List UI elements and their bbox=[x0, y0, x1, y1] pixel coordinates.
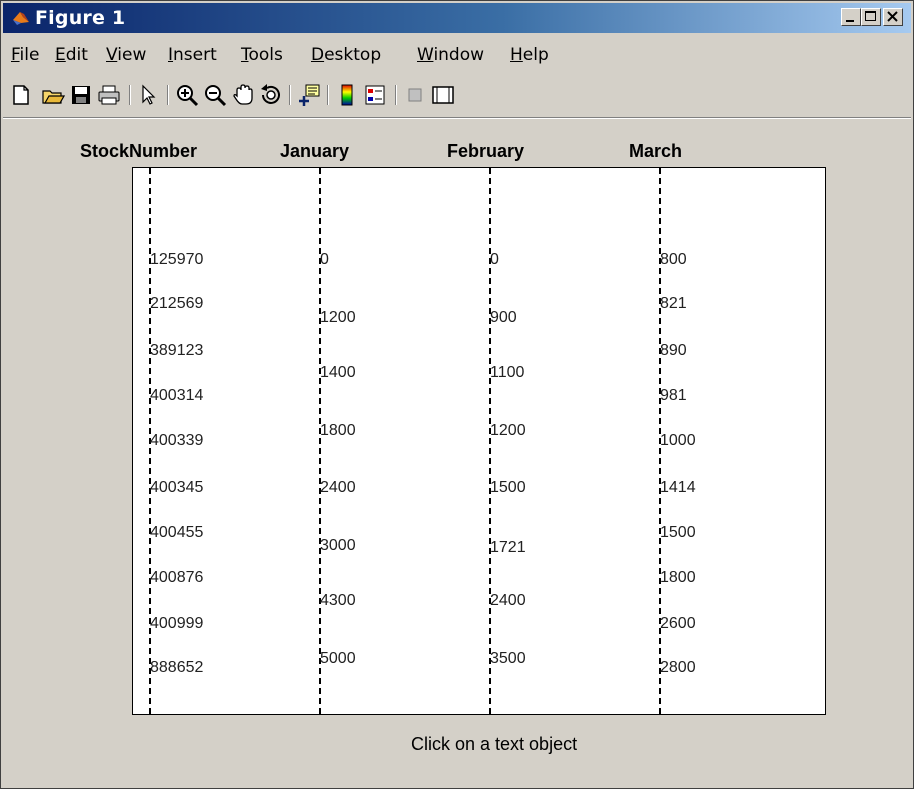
menu-help[interactable]: Help bbox=[510, 45, 549, 65]
menu-edit[interactable]: Edit bbox=[55, 45, 88, 65]
rotate-3d-icon[interactable] bbox=[259, 83, 283, 107]
insert-legend-icon[interactable] bbox=[363, 83, 387, 107]
close-button[interactable] bbox=[883, 8, 903, 26]
march-cell[interactable]: 1000 bbox=[660, 432, 696, 450]
maximize-icon bbox=[865, 11, 876, 21]
column-header-january[interactable]: January bbox=[280, 141, 349, 162]
matlab-logo-icon bbox=[13, 12, 29, 25]
zoom-out-icon[interactable] bbox=[203, 83, 227, 107]
column-header-stocknumber[interactable]: StockNumber bbox=[80, 141, 197, 162]
maximize-button[interactable] bbox=[861, 8, 881, 26]
insert-colorbar-icon[interactable] bbox=[335, 83, 359, 107]
toolbar-separator bbox=[167, 85, 169, 105]
stocknumber-cell[interactable]: 888652 bbox=[150, 659, 203, 677]
menu-insert[interactable]: Insert bbox=[168, 45, 217, 65]
stocknumber-cell[interactable]: 400876 bbox=[150, 569, 203, 587]
new-figure-icon[interactable] bbox=[9, 83, 33, 107]
march-cell[interactable]: 2600 bbox=[660, 615, 696, 633]
stocknumber-cell[interactable]: 400455 bbox=[150, 524, 203, 542]
stocknumber-cell[interactable]: 212569 bbox=[150, 295, 203, 313]
column-header-march[interactable]: March bbox=[629, 141, 682, 162]
hide-plot-tools-icon[interactable] bbox=[403, 83, 427, 107]
february-cell[interactable]: 1100 bbox=[490, 364, 524, 382]
february-cell[interactable]: 2400 bbox=[490, 592, 526, 610]
edit-plot-icon[interactable] bbox=[137, 83, 161, 107]
toolbar-separator bbox=[395, 85, 397, 105]
stocknumber-cell[interactable]: 400999 bbox=[150, 615, 203, 633]
toolbar-separator bbox=[289, 85, 291, 105]
show-plot-tools-icon[interactable] bbox=[431, 83, 455, 107]
figure-window: Figure 1 File Edit View Insert Tools Des… bbox=[0, 0, 914, 789]
menu-desktop[interactable]: Desktop bbox=[311, 45, 381, 65]
stocknumber-cell[interactable]: 389123 bbox=[150, 342, 203, 360]
figure-axes[interactable]: 125970 212569 389123 400314 400339 40034… bbox=[132, 167, 826, 715]
open-file-icon[interactable] bbox=[41, 83, 65, 107]
window-title: Figure 1 bbox=[35, 7, 126, 29]
data-cursor-icon[interactable] bbox=[297, 83, 321, 107]
january-cell[interactable]: 4300 bbox=[320, 592, 356, 610]
stocknumber-cell[interactable]: 400339 bbox=[150, 432, 203, 450]
march-cell[interactable]: 1800 bbox=[660, 569, 696, 587]
status-message: Click on a text object bbox=[411, 734, 578, 754]
toolbar-separator bbox=[129, 85, 131, 105]
toolbar-separator bbox=[327, 85, 329, 105]
january-cell[interactable]: 5000 bbox=[320, 650, 356, 668]
zoom-in-icon[interactable] bbox=[175, 83, 199, 107]
stocknumber-cell[interactable]: 400345 bbox=[150, 479, 203, 497]
menu-view[interactable]: View bbox=[106, 45, 146, 65]
save-figure-icon[interactable] bbox=[69, 83, 93, 107]
january-cell[interactable]: 1200 bbox=[320, 309, 356, 327]
february-cell[interactable]: 0 bbox=[490, 251, 499, 269]
figure-toolbar bbox=[3, 75, 911, 118]
january-cell[interactable]: 3000 bbox=[320, 537, 356, 555]
column-header-february[interactable]: February bbox=[447, 141, 524, 162]
print-figure-icon[interactable] bbox=[97, 83, 121, 107]
minimize-icon bbox=[846, 20, 854, 22]
january-cell[interactable]: 1400 bbox=[320, 364, 356, 382]
march-cell[interactable]: 890 bbox=[660, 342, 687, 360]
pan-icon[interactable] bbox=[231, 83, 255, 107]
february-cell[interactable]: 900 bbox=[490, 309, 517, 327]
menu-bar: File Edit View Insert Tools Desktop Wind… bbox=[3, 41, 911, 71]
title-bar[interactable]: Figure 1 bbox=[3, 3, 911, 33]
column-divider bbox=[489, 168, 491, 714]
menu-tools[interactable]: Tools bbox=[241, 45, 283, 65]
january-cell[interactable]: 0 bbox=[320, 251, 329, 269]
march-cell[interactable]: 800 bbox=[660, 251, 687, 269]
menu-file[interactable]: File bbox=[11, 45, 39, 65]
march-cell[interactable]: 1414 bbox=[660, 479, 696, 497]
stocknumber-cell[interactable]: 125970 bbox=[150, 251, 203, 269]
close-icon bbox=[887, 11, 898, 22]
minimize-button[interactable] bbox=[841, 8, 861, 26]
menu-window[interactable]: Window bbox=[417, 45, 484, 65]
january-cell[interactable]: 2400 bbox=[320, 479, 356, 497]
february-cell[interactable]: 1200 bbox=[490, 422, 526, 440]
february-cell[interactable]: 3500 bbox=[490, 650, 526, 668]
column-divider bbox=[319, 168, 321, 714]
march-cell[interactable]: 821 bbox=[660, 295, 687, 313]
february-cell[interactable]: 1721 bbox=[490, 539, 526, 557]
march-cell[interactable]: 2800 bbox=[660, 659, 696, 677]
march-cell[interactable]: 981 bbox=[660, 387, 687, 405]
stocknumber-cell[interactable]: 400314 bbox=[150, 387, 203, 405]
february-cell[interactable]: 1500 bbox=[490, 479, 526, 497]
march-cell[interactable]: 1500 bbox=[660, 524, 696, 542]
january-cell[interactable]: 1800 bbox=[320, 422, 356, 440]
